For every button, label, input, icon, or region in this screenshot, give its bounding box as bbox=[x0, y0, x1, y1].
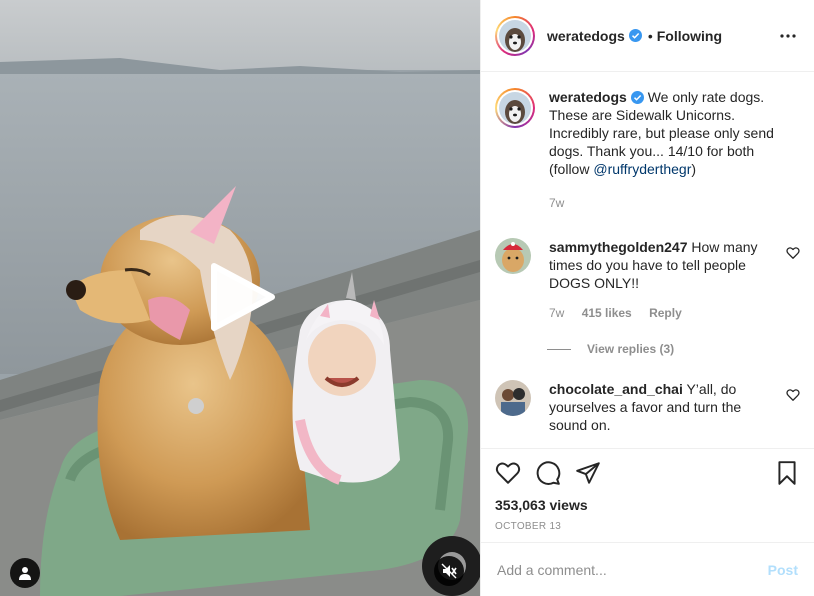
author-username[interactable]: weratedogs bbox=[547, 28, 625, 44]
action-icons bbox=[495, 459, 800, 487]
comment-body: sammythegolden247 How many times do you … bbox=[549, 238, 800, 322]
post-date[interactable]: OCTOBER 13 bbox=[495, 521, 800, 532]
caption-timestamp[interactable]: 7w bbox=[549, 196, 564, 210]
verified-badge-icon bbox=[628, 29, 642, 42]
view-replies-label: View replies (3) bbox=[587, 342, 675, 356]
play-icon bbox=[211, 263, 275, 331]
comment-bubble-icon[interactable] bbox=[535, 460, 561, 486]
caption-mention-link[interactable]: @ruffryderthegr bbox=[593, 161, 691, 177]
comment-likes-count[interactable]: 415 likes bbox=[582, 306, 632, 320]
save-bookmark-icon[interactable] bbox=[774, 460, 800, 486]
views-count[interactable]: 353,063 views bbox=[495, 497, 800, 513]
view-replies-button[interactable]: View replies (3) bbox=[547, 342, 800, 356]
post-details: weratedogs • Following weratedogs We onl… bbox=[480, 0, 814, 596]
comment-like-heart-icon[interactable] bbox=[786, 246, 800, 260]
post-actions: 353,063 views OCTOBER 13 bbox=[481, 448, 814, 542]
comments-list[interactable]: weratedogs We only rate dogs. These are … bbox=[481, 72, 814, 448]
comment-username[interactable]: chocolate_and_chai bbox=[549, 381, 683, 397]
comment-item: chocolate_and_chai Y’all, do yourselves … bbox=[495, 380, 800, 434]
view-replies-line bbox=[547, 348, 571, 350]
comment-timestamp[interactable]: 7w bbox=[549, 306, 564, 320]
author-avatar[interactable] bbox=[495, 15, 535, 56]
comment-item: sammythegolden247 How many times do you … bbox=[495, 238, 800, 322]
volume-muted-icon bbox=[441, 563, 457, 579]
comment-input[interactable] bbox=[497, 561, 768, 578]
commenter-avatar[interactable] bbox=[495, 380, 531, 416]
user-icon bbox=[19, 567, 31, 580]
comment-meta: 7w 415 likes Reply bbox=[549, 304, 770, 322]
caption-body: weratedogs We only rate dogs. These are … bbox=[549, 88, 800, 212]
caption-avatar-image bbox=[499, 92, 531, 124]
verified-badge-icon bbox=[630, 91, 644, 104]
caption-meta: 7w bbox=[549, 194, 790, 212]
header-separator: • bbox=[647, 27, 653, 44]
like-heart-icon[interactable] bbox=[495, 460, 521, 486]
caption-closing: ) bbox=[691, 161, 697, 177]
following-button[interactable]: Following bbox=[657, 28, 722, 44]
author-avatar-image bbox=[499, 19, 531, 52]
post-modal: weratedogs • Following weratedogs We onl… bbox=[0, 0, 814, 596]
header-meta: weratedogs • Following bbox=[547, 28, 722, 44]
more-options-button[interactable] bbox=[776, 24, 800, 48]
more-horizontal-icon bbox=[780, 33, 796, 38]
comment-like-heart-icon[interactable] bbox=[786, 388, 800, 402]
comment-username[interactable]: sammythegolden247 bbox=[549, 239, 688, 255]
share-paper-plane-icon[interactable] bbox=[575, 460, 601, 486]
comment-composer: Post bbox=[481, 542, 814, 596]
video-player[interactable] bbox=[0, 0, 480, 596]
play-button[interactable] bbox=[206, 262, 276, 332]
comment-body: chocolate_and_chai Y’all, do yourselves … bbox=[549, 380, 800, 434]
tagged-users-button[interactable] bbox=[10, 558, 40, 588]
commenter-avatar-image bbox=[495, 380, 531, 416]
post-header: weratedogs • Following bbox=[481, 0, 814, 72]
caption: weratedogs We only rate dogs. These are … bbox=[495, 88, 800, 212]
caption-avatar[interactable] bbox=[495, 88, 535, 128]
commenter-avatar[interactable] bbox=[495, 238, 531, 274]
post-comment-button[interactable]: Post bbox=[768, 562, 798, 578]
caption-username[interactable]: weratedogs bbox=[549, 89, 627, 105]
comment-reply-button[interactable]: Reply bbox=[649, 306, 682, 320]
commenter-avatar-image bbox=[495, 238, 531, 274]
mute-toggle-button[interactable] bbox=[434, 556, 464, 586]
